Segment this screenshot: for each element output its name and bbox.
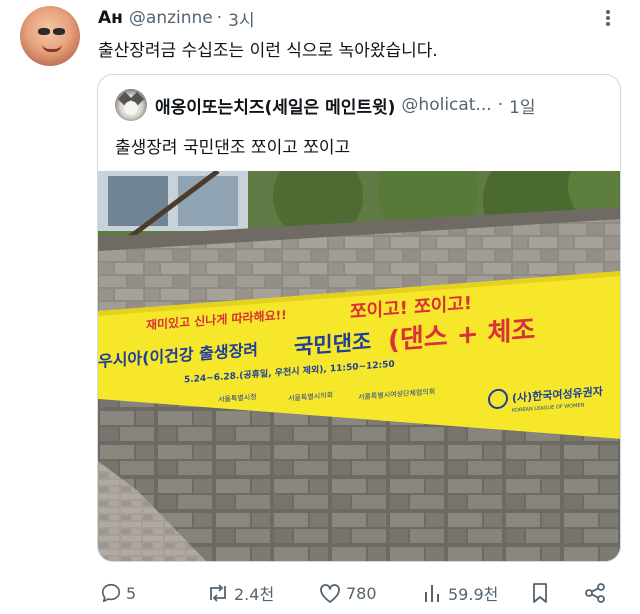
author-handle[interactable]: @anzinne [129,8,213,28]
repost-count: 2.4천 [234,585,275,604]
more-options-icon[interactable] [598,8,618,28]
views-count: 59.9천 [448,585,499,604]
tweet-header: Ан @anzinne · 3시 [98,6,255,31]
quote-photo[interactable]: 재미있고 신나게 따라해요!! 쪼이고! 쪼이고! 우시아(이건강 출생장려 국… [98,171,620,561]
avatar-eye [53,28,65,35]
views-chart-icon [422,582,444,604]
reply-count: 5 [126,583,137,603]
avatar-eye [38,28,50,35]
author-display-name[interactable]: Ан [98,8,123,28]
avatar-mouth [42,44,62,52]
like-count: 780 [346,583,377,603]
bookmark-button[interactable] [530,578,550,608]
like-button[interactable]: 780 [318,578,377,608]
tweet-text: 출산장려금 수십조는 이런 식으로 녹아왔습니다. [98,41,438,61]
cat-face [124,101,138,115]
quote-timestamp[interactable]: 1일 [509,93,535,118]
quote-text: 출생장려 국민댄조 쪼이고 쪼이고 [115,138,351,158]
quote-handle[interactable]: @holicat... [401,95,491,115]
separator-dot: · [216,8,223,28]
share-button[interactable] [584,578,606,608]
reply-icon [100,582,122,604]
views-button[interactable]: 59.9천 [422,578,498,608]
quote-display-name[interactable]: 애옹이또는치즈(세일은 메인트윗) [155,93,395,118]
quote-header: 애옹이또는치즈(세일은 메인트윗) @holicat... · 1일 [155,93,536,118]
tweet-timestamp[interactable]: 3시 [228,6,254,31]
heart-icon [318,582,342,604]
share-icon [584,582,606,604]
banner-photo-illustration: 재미있고 신나게 따라해요!! 쪼이고! 쪼이고! 우시아(이건강 출생장려 국… [98,171,620,561]
quote-author-avatar[interactable] [115,89,147,121]
tweet-actions: 5 2.4천 780 59.9천 [100,578,620,608]
repost-button[interactable]: 2.4천 [206,578,274,608]
repost-icon [206,582,230,604]
reply-button[interactable]: 5 [100,578,136,608]
bookmark-icon [530,582,550,604]
author-avatar[interactable] [20,6,80,66]
quoted-tweet[interactable]: 애옹이또는치즈(세일은 메인트윗) @holicat... · 1일 출생장려 … [97,74,621,562]
separator-dot: · [497,95,504,115]
